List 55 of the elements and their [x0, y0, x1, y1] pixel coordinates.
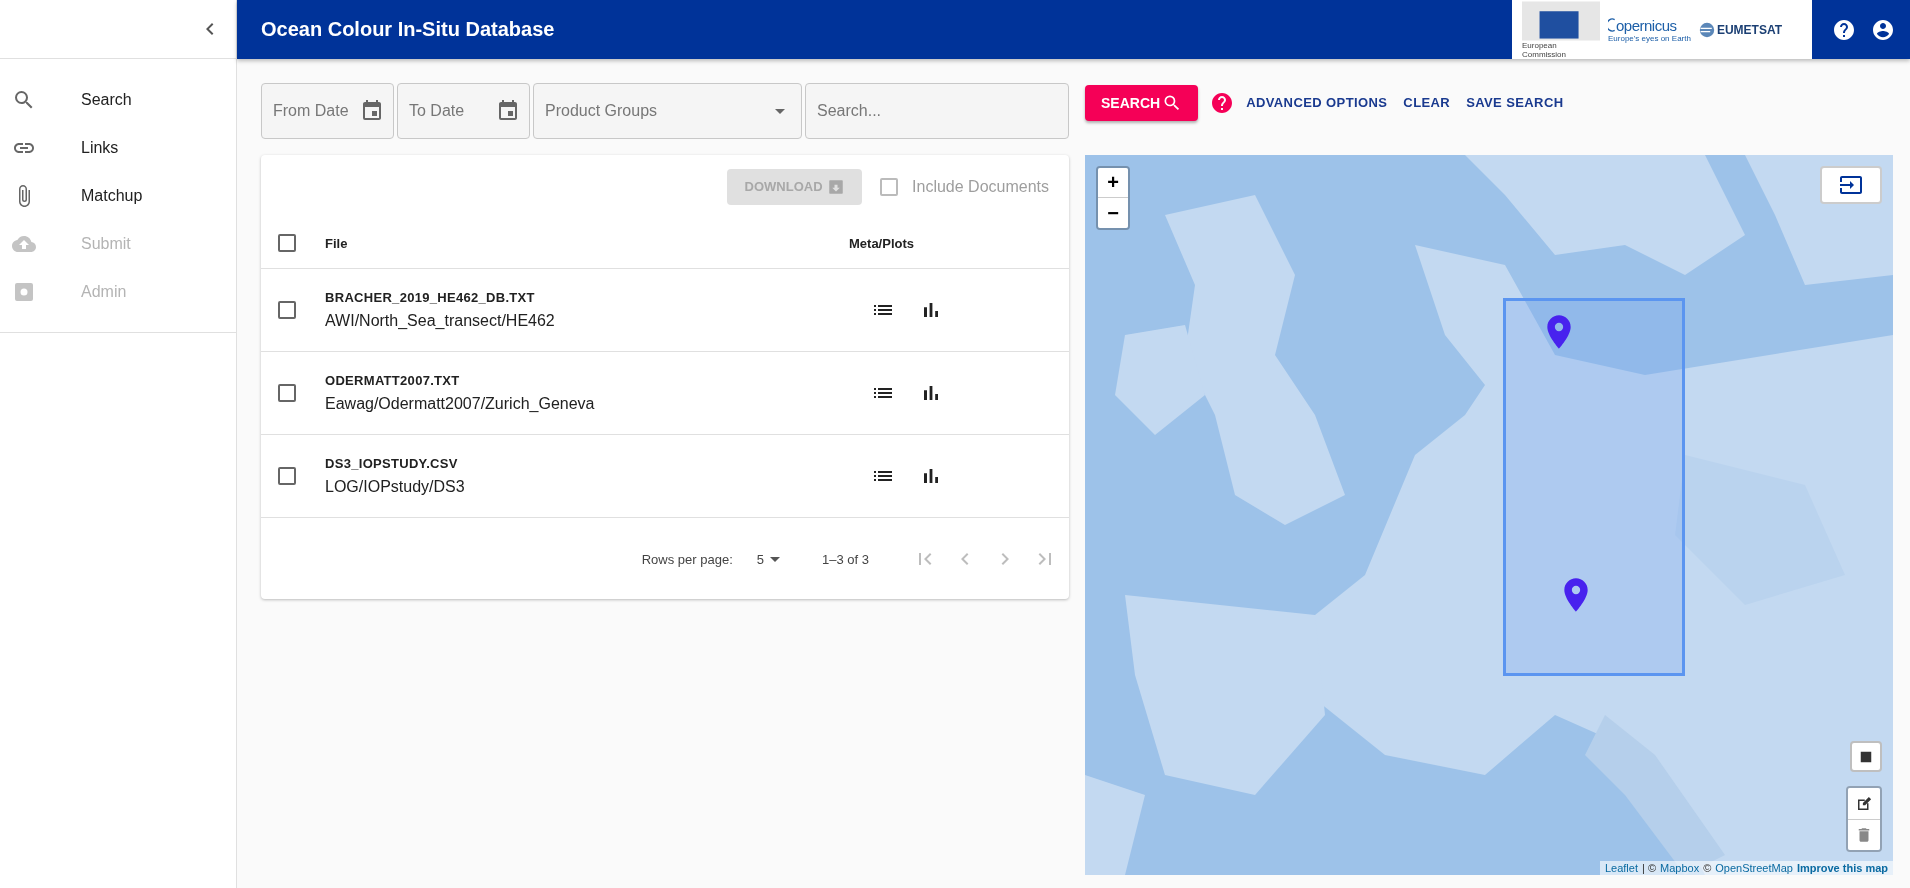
attribution-link[interactable]: Improve this map: [1796, 862, 1888, 874]
text-link[interactable]: ADVANCED OPTIONS: [1246, 91, 1388, 115]
attribution-text: | ©: [1642, 862, 1656, 874]
page-range: 1–3 of 3: [822, 551, 869, 567]
sidebar-item[interactable]: Links: [0, 124, 236, 172]
input-field[interactable]: To Date: [397, 83, 530, 139]
calendar-icon: [496, 99, 520, 123]
globe-icon: [1698, 21, 1715, 38]
enter-icon: [1839, 173, 1863, 197]
input-field[interactable]: Product Groups: [533, 83, 802, 139]
dropdown-icon: [775, 109, 785, 114]
checkbox[interactable]: [880, 177, 899, 196]
dropdown-icon: [770, 556, 780, 562]
attribution-link[interactable]: Mapbox: [1660, 862, 1700, 874]
rows-per-page-select[interactable]: 5: [756, 551, 780, 567]
zoom-in-button[interactable]: +: [1098, 168, 1128, 198]
eumetsat-logo: EUMETSAT: [1698, 21, 1783, 38]
attribution-link[interactable]: Leaflet: [1604, 862, 1638, 874]
edit-icon: [1855, 794, 1873, 813]
draw-rectangle-button[interactable]: [1850, 741, 1882, 772]
file-path: AWI/North_Sea_transect/HE462: [325, 312, 556, 330]
search-button[interactable]: SEARCH: [1085, 85, 1199, 121]
input-field[interactable]: From Date: [261, 83, 394, 139]
file-name: BRACHER_2019_HE462_DB.TXT: [325, 290, 536, 305]
fullscreen-button[interactable]: [1820, 166, 1882, 204]
commission-logo: European Commission: [1522, 0, 1600, 59]
checkbox-label: Include Documents: [912, 177, 1049, 196]
checkbox[interactable]: [278, 467, 296, 485]
flag-icon: [1522, 0, 1600, 41]
checkbox[interactable]: [278, 384, 296, 402]
file-path: Eawag/Odermatt2007/Zurich_Geneva: [325, 395, 596, 413]
file-path: LOG/IOPstudy/DS3: [325, 478, 466, 496]
help-icon[interactable]: [1832, 17, 1856, 42]
column-header: File: [325, 235, 349, 251]
text-link[interactable]: SAVE SEARCH: [1466, 91, 1564, 115]
copernicus-logo: opernicus Europe's eyes on Earth: [1608, 16, 1691, 43]
calendar-icon: [360, 99, 384, 123]
account-icon[interactable]: [1871, 17, 1895, 42]
attribution-text: ©: [1703, 862, 1712, 874]
arc-icon: [1608, 16, 1616, 34]
checkbox[interactable]: [278, 234, 296, 252]
sidebar-item[interactable]: Search: [0, 76, 236, 124]
column-header: Meta/Plots: [849, 235, 915, 251]
file-name: ODERMATT2007.TXT: [325, 373, 461, 388]
zoom-out-button[interactable]: −: [1098, 198, 1128, 228]
file-name: DS3_IOPSTUDY.CSV: [325, 456, 459, 471]
edit-button[interactable]: [1848, 788, 1880, 819]
attribution-link[interactable]: OpenStreetMap: [1715, 862, 1793, 874]
download-icon: [826, 177, 845, 196]
text-link[interactable]: CLEAR: [1403, 91, 1451, 115]
sidebar-item[interactable]: Matchup: [0, 172, 236, 220]
input-field[interactable]: Search...: [805, 83, 1069, 139]
app-title: Ocean Colour In-Situ Database: [261, 18, 556, 41]
rows-per-page-label: Rows per page:: [641, 551, 733, 567]
checkbox[interactable]: [278, 301, 296, 319]
